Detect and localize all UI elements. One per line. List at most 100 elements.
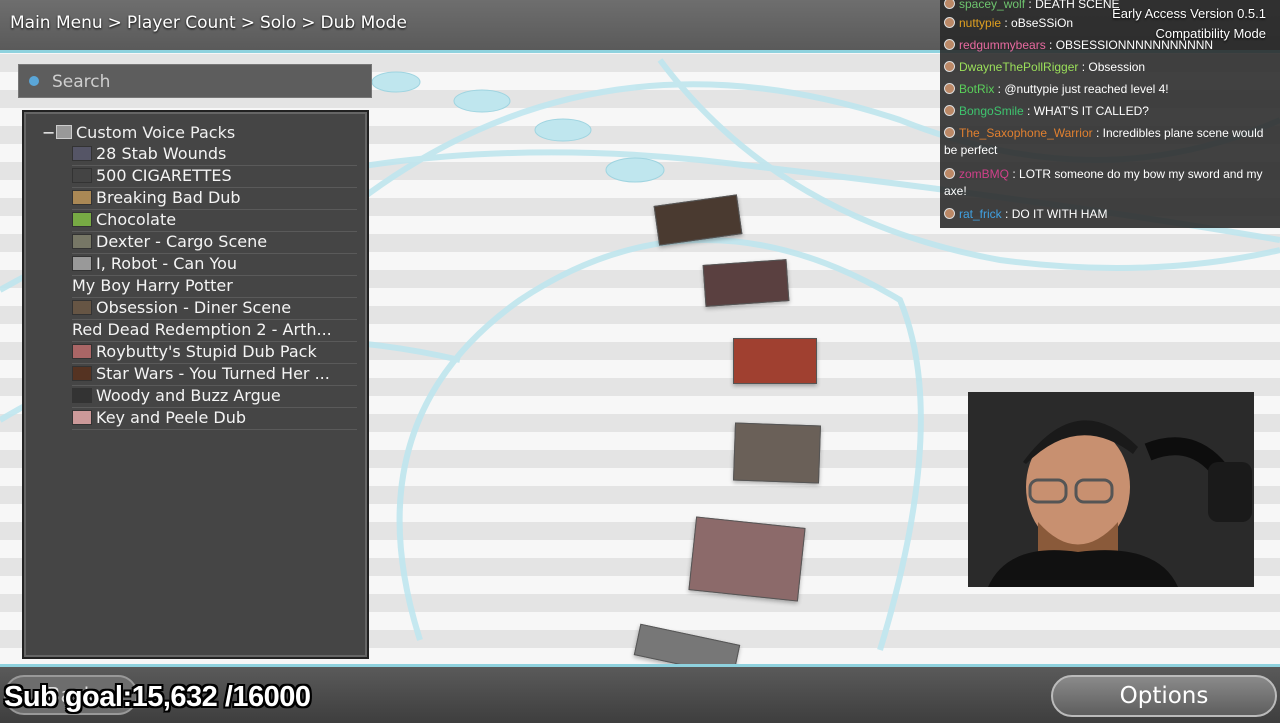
- expand-icon[interactable]: +: [72, 342, 73, 362]
- chat-separator: :: [1001, 16, 1012, 30]
- chat-username[interactable]: BotRix: [959, 82, 994, 96]
- options-button[interactable]: Options: [1051, 675, 1277, 717]
- chat-username[interactable]: zomBMQ: [959, 167, 1009, 181]
- chat-text: WHAT'S IT CALLED?: [1033, 104, 1149, 118]
- chat-separator: :: [994, 82, 1005, 96]
- chat-badge-icon: [944, 17, 955, 28]
- webcam-feed: [968, 392, 1254, 587]
- tree-root-label: Custom Voice Packs: [76, 123, 236, 142]
- chat-username[interactable]: The_Saxophone_Warrior: [959, 126, 1093, 140]
- card-thumbnail[interactable]: [733, 422, 821, 484]
- sub-goal-counter: Sub goal:15,632 /16000: [4, 681, 311, 713]
- chat-username[interactable]: redgummybears: [959, 38, 1046, 52]
- search-placeholder: Search: [52, 72, 111, 92]
- list-item-label: Woody and Buzz Argue: [96, 386, 281, 405]
- voice-pack-list: 28 Stab Wounds 500 CIGARETTES Breaking Bad…: [72, 144, 357, 430]
- chat-text: DEATH SCENE: [1035, 0, 1120, 11]
- chat-username[interactable]: spacey_wolf: [959, 0, 1025, 11]
- pack-thumbnail-icon: [72, 388, 92, 403]
- chat-separator: :: [1009, 167, 1020, 181]
- compat-mode-label: Compatibility Mode: [1155, 26, 1266, 41]
- chat-badge-icon: [944, 39, 955, 50]
- pack-thumbnail-icon: [72, 344, 92, 359]
- list-item[interactable]: Dexter - Cargo Scene: [72, 232, 357, 254]
- list-item-label: Breaking Bad Dub: [96, 188, 241, 207]
- list-item[interactable]: Key and Peele Dub: [72, 408, 357, 430]
- chat-text: @nuttypie just reached level 4!: [1004, 82, 1169, 96]
- pack-thumbnail-icon: [72, 146, 92, 161]
- breadcrumb-dub-mode: Dub Mode: [320, 13, 407, 33]
- version-label: Early Access Version 0.5.1: [1112, 6, 1266, 21]
- tree-root-custom-voice-packs[interactable]: − Custom Voice Packs: [42, 123, 235, 142]
- list-item-label: Key and Peele Dub: [96, 408, 247, 427]
- chat-badge-icon: [944, 127, 955, 138]
- search-input[interactable]: Search: [18, 64, 372, 98]
- card-thumbnail[interactable]: [688, 516, 806, 602]
- pack-thumbnail-icon: [72, 168, 92, 183]
- list-item-label: Star Wars - You Turned Her ...: [96, 364, 330, 383]
- pack-thumbnail-icon: [72, 212, 92, 227]
- list-item-label: Red Dead Redemption 2 - Arth...: [72, 320, 332, 339]
- chat-separator: :: [1045, 38, 1056, 52]
- version-info: Early Access Version 0.5.1 Compatibility…: [1112, 4, 1266, 44]
- list-item[interactable]: 28 Stab Wounds: [72, 144, 357, 166]
- list-item-label: Roybutty's Stupid Dub Pack: [96, 342, 317, 361]
- chat-message: rat_frick : DO IT WITH HAM: [944, 206, 1276, 223]
- search-icon: [29, 76, 39, 86]
- collapse-icon[interactable]: −: [42, 123, 55, 142]
- list-item-label: Dexter - Cargo Scene: [96, 232, 268, 251]
- list-item[interactable]: Chocolate: [72, 210, 357, 232]
- chat-username[interactable]: BongoSmile: [959, 104, 1024, 118]
- list-item[interactable]: My Boy Harry Potter: [72, 276, 357, 298]
- chat-badge-icon: [944, 61, 955, 72]
- breadcrumb: Main Menu > Player Count > Solo > Dub Mode: [10, 13, 407, 33]
- card-thumbnail[interactable]: [702, 259, 790, 307]
- list-item[interactable]: Woody and Buzz Argue: [72, 386, 357, 408]
- chat-separator: :: [1001, 207, 1012, 221]
- chat-username[interactable]: DwayneThePollRigger: [959, 60, 1078, 74]
- chat-text: Obsession: [1088, 60, 1146, 74]
- pack-thumbnail-icon: [72, 300, 92, 315]
- chat-message: BotRix : @nuttypie just reached level 4!: [944, 81, 1276, 98]
- voice-pack-tree: − Custom Voice Packs 28 Stab Wounds 500 CI…: [22, 110, 369, 659]
- list-item-label: My Boy Harry Potter: [72, 276, 233, 295]
- chat-text: oBseSSiOn: [1011, 16, 1074, 30]
- chat-username[interactable]: nuttypie: [959, 16, 1001, 30]
- list-item-label: 28 Stab Wounds: [96, 144, 227, 163]
- chat-badge-icon: [944, 168, 955, 179]
- pack-thumbnail-icon: [72, 366, 92, 381]
- breadcrumb-solo[interactable]: Solo: [260, 13, 296, 33]
- chat-separator: :: [1078, 60, 1089, 74]
- chat-message: The_Saxophone_Warrior : Incredibles plan…: [944, 125, 1276, 159]
- chat-message: BongoSmile : WHAT'S IT CALLED?: [944, 103, 1276, 120]
- chat-separator: :: [1023, 104, 1034, 118]
- pack-thumbnail-icon: [72, 190, 92, 205]
- list-item[interactable]: I, Robot - Can You: [72, 254, 357, 276]
- breadcrumb-main-menu[interactable]: Main Menu: [10, 13, 103, 33]
- chat-separator: :: [1092, 126, 1103, 140]
- list-item-label: Chocolate: [96, 210, 177, 229]
- list-item[interactable]: Breaking Bad Dub: [72, 188, 357, 210]
- chat-badge-icon: [944, 105, 955, 116]
- list-item[interactable]: 500 CIGARETTES: [72, 166, 357, 188]
- folder-icon: [56, 125, 72, 139]
- pack-thumbnail-icon: [72, 234, 92, 249]
- chat-message: zomBMQ : LOTR someone do my bow my sword…: [944, 166, 1276, 200]
- chat-badge-icon: [944, 0, 955, 9]
- chat-message: DwayneThePollRigger : Obsession: [944, 59, 1276, 76]
- chat-username[interactable]: rat_frick: [959, 207, 1002, 221]
- list-item-label: 500 CIGARETTES: [96, 166, 232, 185]
- list-item-label: Obsession - Diner Scene: [96, 298, 292, 317]
- chat-text: DO IT WITH HAM: [1011, 207, 1108, 221]
- breadcrumb-player-count[interactable]: Player Count: [127, 13, 236, 33]
- list-item-label: I, Robot - Can You: [96, 254, 238, 273]
- list-item[interactable]: Obsession - Diner Scene: [72, 298, 357, 320]
- chat-separator: :: [1025, 0, 1036, 11]
- chat-badge-icon: [944, 83, 955, 94]
- list-item[interactable]: Red Dead Redemption 2 - Arth...: [72, 320, 357, 342]
- pack-thumbnail-icon: [72, 256, 92, 271]
- list-item[interactable]: Star Wars - You Turned Her ...: [72, 364, 357, 386]
- pack-thumbnail-icon: [72, 410, 92, 425]
- card-thumbnail[interactable]: [733, 338, 817, 384]
- list-item[interactable]: + Roybutty's Stupid Dub Pack: [72, 342, 357, 364]
